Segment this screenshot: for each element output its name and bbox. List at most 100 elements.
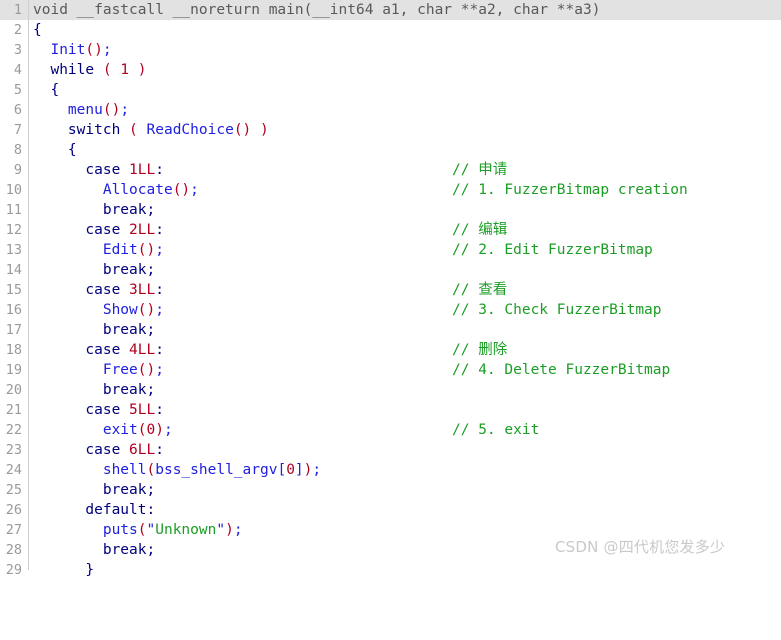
line-code: switch ( ReadChoice() ) xyxy=(67,122,269,138)
code-token-plain: void __fastcall __noreturn main(__int64 … xyxy=(33,2,601,18)
csdn-watermark: CSDN @四代机您发多少 xyxy=(555,538,726,556)
line-number: 11 xyxy=(5,202,22,218)
line-number: 17 xyxy=(5,322,22,338)
line-comment: // 3. Check FuzzerBitmap xyxy=(452,302,662,318)
line-code: Free(); xyxy=(33,362,164,378)
line-number: 24 xyxy=(5,462,22,478)
line-code: menu(); xyxy=(33,102,130,118)
line-code: case 1LL: xyxy=(85,162,164,178)
line-code: } xyxy=(33,562,95,578)
line-comment: // 编辑 xyxy=(452,222,508,238)
code-token-punct: { xyxy=(33,22,42,38)
code-line[interactable]: 4 while ( 1 ) xyxy=(0,60,781,80)
line-code: Allocate(); xyxy=(33,182,199,198)
line-number: 18 xyxy=(5,342,22,358)
code-line[interactable]: 13 Edit(); // 2. Edit FuzzerBitmap xyxy=(0,240,781,260)
line-comment: // 4. Delete FuzzerBitmap xyxy=(452,362,671,378)
code-line[interactable]: 25 break; xyxy=(0,480,781,500)
line-number: 28 xyxy=(5,542,22,558)
code-line[interactable]: 6 menu(); xyxy=(0,100,781,120)
line-comment: // 2. Edit FuzzerBitmap xyxy=(452,242,653,258)
code-token-string-line: puts("Unknown"); xyxy=(33,522,243,538)
line-comment: // 5. exit xyxy=(452,422,540,438)
line-code: shell(bss_shell_argv[0]); xyxy=(33,462,322,478)
line-number: 2 xyxy=(13,22,22,38)
code-line[interactable]: 19 Free(); // 4. Delete FuzzerBitmap xyxy=(0,360,781,380)
line-number: 10 xyxy=(5,182,22,198)
code-line[interactable]: 29 } xyxy=(0,560,781,580)
code-line[interactable]: 1 void __fastcall __noreturn main(__int6… xyxy=(0,0,781,20)
code-line[interactable]: 9 case 1LL: // 申请 xyxy=(0,160,781,180)
line-code: break; xyxy=(102,322,156,338)
code-line[interactable]: 26 default: xyxy=(0,500,781,520)
line-code: { xyxy=(33,142,77,158)
code-line[interactable]: 2 { xyxy=(0,20,781,40)
code-editor-view: 1 void __fastcall __noreturn main(__int6… xyxy=(0,0,781,578)
code-line[interactable]: 8 { xyxy=(0,140,781,160)
code-line[interactable]: 23 case 6LL: xyxy=(0,440,781,460)
line-number: 7 xyxy=(13,122,22,138)
line-code: break; xyxy=(102,542,156,558)
code-line[interactable]: 17 break; xyxy=(0,320,781,340)
line-number: 20 xyxy=(5,382,22,398)
line-number: 15 xyxy=(5,282,22,298)
line-code: default: xyxy=(85,502,156,518)
line-comment: // 1. FuzzerBitmap creation xyxy=(452,182,688,198)
code-line[interactable]: 11 break; xyxy=(0,200,781,220)
code-line[interactable]: 7 switch ( ReadChoice() ) xyxy=(0,120,781,140)
line-number: 25 xyxy=(5,482,22,498)
line-number: 1 xyxy=(13,2,22,18)
line-number: 16 xyxy=(5,302,22,318)
line-number: 23 xyxy=(5,442,22,458)
code-line[interactable]: 24 shell(bss_shell_argv[0]); xyxy=(0,460,781,480)
code-line[interactable]: 5 { xyxy=(0,80,781,100)
line-number: 19 xyxy=(5,362,22,378)
line-code: void __fastcall __noreturn main(__int64 … xyxy=(33,0,600,20)
line-number: 22 xyxy=(5,422,22,438)
line-code: case 5LL: xyxy=(85,402,164,418)
code-line[interactable]: 16 Show(); // 3. Check FuzzerBitmap xyxy=(0,300,781,320)
line-code: Init(); xyxy=(33,42,112,58)
code-line[interactable]: 22 exit(0); // 5. exit xyxy=(0,420,781,440)
line-number: 3 xyxy=(13,42,22,58)
line-number: 14 xyxy=(5,262,22,278)
line-number: 5 xyxy=(13,82,22,98)
line-number: 27 xyxy=(5,522,22,538)
line-code: exit(0); xyxy=(33,422,173,438)
line-comment: // 查看 xyxy=(452,282,508,298)
code-line[interactable]: 10 Allocate(); // 1. FuzzerBitmap creati… xyxy=(0,180,781,200)
line-number: 21 xyxy=(5,402,22,418)
code-line[interactable]: 15 case 3LL: // 查看 xyxy=(0,280,781,300)
line-number: 26 xyxy=(5,502,22,518)
line-code: break; xyxy=(102,262,156,278)
code-line[interactable]: 21 case 5LL: xyxy=(0,400,781,420)
line-number: 6 xyxy=(13,102,22,118)
line-code: Show(); xyxy=(33,302,164,318)
code-line[interactable]: 20 break; xyxy=(0,380,781,400)
line-number: 29 xyxy=(5,562,22,578)
code-line[interactable]: 12 case 2LL: // 编辑 xyxy=(0,220,781,240)
line-number: 13 xyxy=(5,242,22,258)
line-code: break; xyxy=(102,382,156,398)
line-code: { xyxy=(33,82,60,98)
line-comment: // 申请 xyxy=(452,162,508,178)
line-code: case 2LL: xyxy=(85,222,164,238)
line-code: break; xyxy=(102,482,156,498)
line-code: { xyxy=(33,20,42,40)
line-number: 12 xyxy=(5,222,22,238)
line-code: case 4LL: xyxy=(85,342,164,358)
gutter-separator xyxy=(28,0,29,570)
line-code: Edit(); xyxy=(33,242,164,258)
line-number: 4 xyxy=(13,62,22,78)
line-number: 8 xyxy=(13,142,22,158)
code-line[interactable]: 3 Init(); xyxy=(0,40,781,60)
line-code: puts("Unknown"); xyxy=(33,520,243,540)
code-line[interactable]: 18 case 4LL: // 删除 xyxy=(0,340,781,360)
code-line[interactable]: 14 break; xyxy=(0,260,781,280)
line-number: 9 xyxy=(13,162,22,178)
line-code: while ( 1 ) xyxy=(50,62,147,78)
line-code: case 6LL: xyxy=(85,442,164,458)
line-code: break; xyxy=(102,202,156,218)
line-code: case 3LL: xyxy=(85,282,164,298)
line-comment: // 删除 xyxy=(452,342,508,358)
